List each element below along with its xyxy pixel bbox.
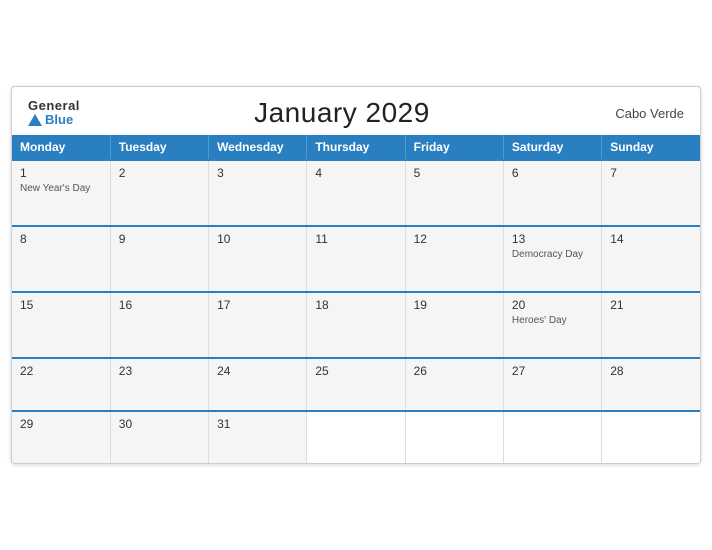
- calendar-cell: 8: [12, 226, 110, 292]
- calendar-cell: 15: [12, 292, 110, 358]
- week-row-5: 29 30 31: [12, 411, 700, 463]
- day-event: Democracy Day: [512, 248, 593, 261]
- calendar-cell: 29: [12, 411, 110, 463]
- day-number: 13: [512, 232, 593, 246]
- day-number: 28: [610, 364, 692, 378]
- calendar-cell: 27: [503, 358, 601, 411]
- day-number: 23: [119, 364, 200, 378]
- logo-general-text: General: [28, 99, 80, 113]
- calendar-cell: 24: [209, 358, 307, 411]
- day-event: Heroes' Day: [512, 314, 593, 327]
- day-number: 10: [217, 232, 298, 246]
- calendar-table: MondayTuesdayWednesdayThursdayFridaySatu…: [12, 135, 700, 463]
- week-row-4: 22 23 24 25 26 27 28: [12, 358, 700, 411]
- week-row-3: 15 16 17 18 19 20 Heroes' Day 21: [12, 292, 700, 358]
- day-number: 2: [119, 166, 200, 180]
- weekday-header-sunday: Sunday: [602, 135, 700, 160]
- day-number: 30: [119, 417, 200, 431]
- day-number: 9: [119, 232, 200, 246]
- day-event: New Year's Day: [20, 182, 102, 195]
- day-number: 25: [315, 364, 396, 378]
- day-number: 29: [20, 417, 102, 431]
- calendar-cell: 4: [307, 160, 405, 226]
- week-row-1: 1 New Year's Day 2 3 4 5 6 7: [12, 160, 700, 226]
- calendar-container: General Blue January 2029 Cabo Verde Mon…: [11, 86, 701, 464]
- calendar-body: 1New Year's Day2345678910111213Democracy…: [12, 160, 700, 463]
- calendar-cell: 19: [405, 292, 503, 358]
- day-number: 14: [610, 232, 692, 246]
- day-number: 16: [119, 298, 200, 312]
- calendar-cell: 23: [110, 358, 208, 411]
- day-number: 8: [20, 232, 102, 246]
- calendar-cell: 21: [602, 292, 700, 358]
- calendar-cell: 5: [405, 160, 503, 226]
- calendar-cell: 7: [602, 160, 700, 226]
- calendar-thead: MondayTuesdayWednesdayThursdayFridaySatu…: [12, 135, 700, 160]
- calendar-cell: 28: [602, 358, 700, 411]
- weekday-header-wednesday: Wednesday: [209, 135, 307, 160]
- calendar-cell: 1 New Year's Day: [12, 160, 110, 226]
- day-number: 27: [512, 364, 593, 378]
- country-label: Cabo Verde: [604, 106, 684, 121]
- day-number: 18: [315, 298, 396, 312]
- calendar-cell: 22: [12, 358, 110, 411]
- calendar-cell: 11: [307, 226, 405, 292]
- calendar-cell: [602, 411, 700, 463]
- calendar-cell: 3: [209, 160, 307, 226]
- week-row-2: 8 9 10 11 12 13 Democracy Day 14: [12, 226, 700, 292]
- day-number: 20: [512, 298, 593, 312]
- day-number: 31: [217, 417, 298, 431]
- logo: General Blue: [28, 99, 80, 128]
- day-number: 5: [414, 166, 495, 180]
- day-number: 3: [217, 166, 298, 180]
- calendar-cell: 13 Democracy Day: [503, 226, 601, 292]
- calendar-cell: 26: [405, 358, 503, 411]
- calendar-cell: 12: [405, 226, 503, 292]
- calendar-cell: 2: [110, 160, 208, 226]
- calendar-cell: 17: [209, 292, 307, 358]
- day-number: 6: [512, 166, 593, 180]
- day-number: 22: [20, 364, 102, 378]
- calendar-cell: 10: [209, 226, 307, 292]
- day-number: 11: [315, 232, 396, 246]
- weekday-header-row: MondayTuesdayWednesdayThursdayFridaySatu…: [12, 135, 700, 160]
- calendar-cell: 16: [110, 292, 208, 358]
- calendar-cell: [307, 411, 405, 463]
- day-number: 12: [414, 232, 495, 246]
- weekday-header-friday: Friday: [405, 135, 503, 160]
- day-number: 19: [414, 298, 495, 312]
- calendar-title: January 2029: [80, 97, 604, 129]
- day-number: 17: [217, 298, 298, 312]
- calendar-cell: 9: [110, 226, 208, 292]
- calendar-cell: 20 Heroes' Day: [503, 292, 601, 358]
- calendar-header: General Blue January 2029 Cabo Verde: [12, 87, 700, 135]
- weekday-header-saturday: Saturday: [503, 135, 601, 160]
- day-number: 26: [414, 364, 495, 378]
- day-number: 4: [315, 166, 396, 180]
- calendar-cell: 30: [110, 411, 208, 463]
- logo-blue-text: Blue: [28, 113, 80, 127]
- calendar-cell: 25: [307, 358, 405, 411]
- calendar-cell: 6: [503, 160, 601, 226]
- day-number: 15: [20, 298, 102, 312]
- calendar-cell: [503, 411, 601, 463]
- day-number: 1: [20, 166, 102, 180]
- weekday-header-tuesday: Tuesday: [110, 135, 208, 160]
- weekday-header-thursday: Thursday: [307, 135, 405, 160]
- calendar-cell: 18: [307, 292, 405, 358]
- day-number: 24: [217, 364, 298, 378]
- weekday-header-monday: Monday: [12, 135, 110, 160]
- day-number: 21: [610, 298, 692, 312]
- day-number: 7: [610, 166, 692, 180]
- calendar-cell: 14: [602, 226, 700, 292]
- logo-triangle-icon: [28, 114, 42, 126]
- calendar-cell: [405, 411, 503, 463]
- calendar-cell: 31: [209, 411, 307, 463]
